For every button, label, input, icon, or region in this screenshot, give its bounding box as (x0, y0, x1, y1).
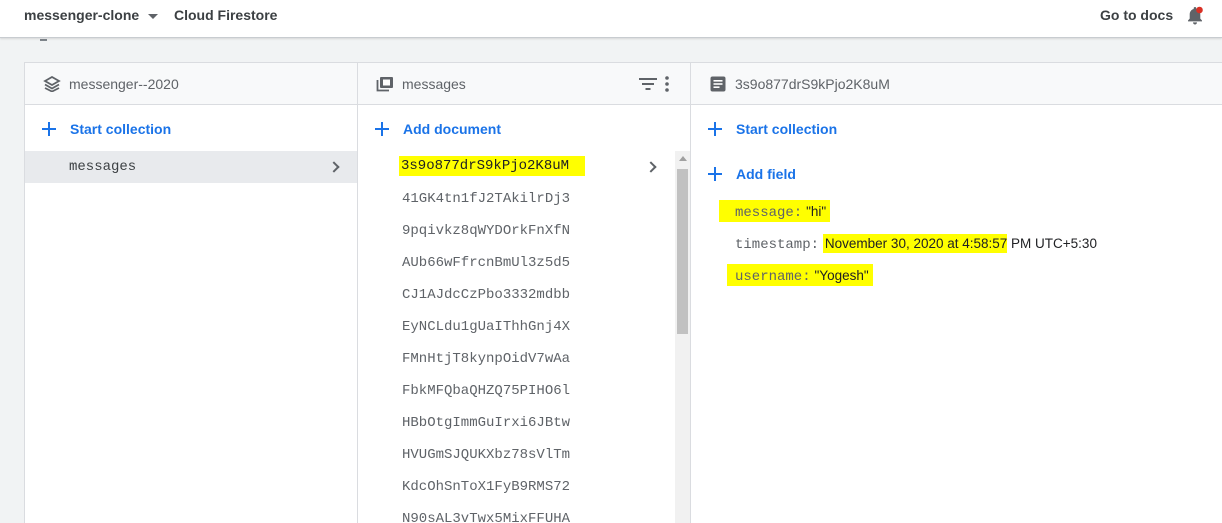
document-list: 3s9o877drS9kPjo2K8uM 41GK4tn1fJ2TAkilrDj… (358, 151, 674, 523)
document-item[interactable]: CJ1AJdcCzPbo3332mdbb (358, 279, 674, 311)
data-viewer: messenger--2020 Start collection message… (24, 62, 1222, 523)
document-id: 3s9o877drS9kPjo2K8uM (399, 156, 586, 176)
document-id: HBbOtgImmGuIrxi6JBtw (402, 415, 571, 431)
filter-icon[interactable] (639, 77, 657, 91)
document-id: 9pqivkz8qWYDOrkFnXfN (402, 223, 571, 239)
document-list-scrollbar[interactable] (675, 151, 690, 523)
collection-item-messages[interactable]: messages (25, 151, 357, 183)
database-title: messenger--2020 (69, 76, 179, 92)
document-item[interactable]: KdcOhSnToX1FyB9RMS72 (358, 471, 674, 503)
document-item[interactable]: AUb66wFfrcnBmUl3z5d5 (358, 247, 674, 279)
start-collection-button[interactable]: Start collection (41, 119, 171, 139)
scrollbar-thumb[interactable] (677, 169, 688, 334)
field-value: "Yogesh" (814, 268, 869, 283)
project-name: messenger-clone (24, 7, 140, 23)
field-message[interactable]: message: "hi" (719, 200, 831, 223)
collection-icon (376, 77, 393, 92)
firestore-database-icon (43, 76, 61, 92)
chevron-right-icon (328, 161, 340, 173)
document-item[interactable]: HBbOtgImmGuIrxi6JBtw (358, 407, 674, 439)
start-collection-label: Start collection (70, 121, 172, 137)
document-item[interactable]: EyNCLdu1gUaIThhGnj4X (358, 311, 674, 343)
chevron-right-icon (645, 161, 657, 173)
plus-icon (707, 121, 723, 137)
document-item[interactable]: N90sAL3vTwx5MixFFUHA (358, 503, 674, 523)
document-id: N90sAL3vTwx5MixFFUHA (402, 511, 571, 523)
document-item[interactable]: FbkMFQbaQHZQ75PIHO6l (358, 375, 674, 407)
field-value-rest: PM UTC+5:30 (1007, 236, 1097, 251)
document-item[interactable]: 41GK4tn1fJ2TAkilrDj3 (358, 183, 674, 215)
document-title: 3s9o877drS9kPjo2K8uM (735, 76, 890, 92)
start-collection-label: Start collection (736, 121, 838, 137)
highlight: username: "Yogesh" (727, 264, 873, 286)
field-key: username: (735, 269, 811, 285)
start-collection-button[interactable]: Start collection (707, 119, 837, 139)
project-selector[interactable]: messenger-clone (24, 7, 159, 23)
plus-icon (707, 166, 723, 182)
plus-icon (374, 121, 390, 137)
document-item-selected[interactable]: 3s9o877drS9kPjo2K8uM (358, 151, 674, 183)
document-id: 41GK4tn1fJ2TAkilrDj3 (402, 191, 571, 207)
document-panel: 3s9o877drS9kPjo2K8uM Start collection Ad… (691, 63, 1222, 523)
field-key: timestamp: (735, 237, 820, 253)
field-value-highlighted: November 30, 2020 at 4:58:57 (822, 234, 1008, 253)
collection-title: messages (402, 76, 466, 92)
notification-bell-icon[interactable] (1186, 6, 1204, 26)
more-vert-icon[interactable] (665, 75, 669, 93)
document-item[interactable]: FMnHtjT8kynpOidV7wAa (358, 343, 674, 375)
collection-panel: messages Add document 3s9o877drS9kPjo2K8… (358, 63, 691, 523)
collection-name: messages (69, 159, 137, 175)
document-id: HVUGmSJQUKXbz78sVlTm (402, 447, 571, 463)
add-document-label: Add document (403, 121, 501, 137)
document-id: KdcOhSnToX1FyB9RMS72 (402, 479, 571, 495)
document-id: EyNCLdu1gUaIThhGnj4X (402, 319, 571, 335)
root-panel: messenger--2020 Start collection message… (25, 63, 358, 523)
breadcrumb (24, 36, 1222, 62)
field-timestamp[interactable]: timestamp: November 30, 2020 at 4:58:57 … (735, 234, 1097, 255)
document-id: AUb66wFfrcnBmUl3z5d5 (402, 255, 571, 271)
add-field-label: Add field (736, 166, 796, 182)
document-id: FbkMFQbaQHZQ75PIHO6l (402, 383, 571, 399)
document-panel-header: 3s9o877drS9kPjo2K8uM (691, 63, 1222, 105)
highlight: message: "hi" (719, 200, 831, 222)
document-item[interactable]: HVUGmSJQUKXbz78sVlTm (358, 439, 674, 471)
root-panel-header: messenger--2020 (25, 63, 357, 105)
go-to-docs-link[interactable]: Go to docs (1100, 7, 1173, 23)
collection-panel-header: messages (358, 63, 690, 105)
plus-icon (41, 121, 57, 137)
field-value: "hi" (806, 204, 827, 219)
chevron-down-icon (148, 13, 159, 19)
product-title: Cloud Firestore (174, 7, 278, 23)
field-key: message: (735, 205, 803, 221)
scroll-up-arrow-icon[interactable] (679, 156, 687, 161)
document-id: CJ1AJdcCzPbo3332mdbb (402, 287, 571, 303)
add-document-button[interactable]: Add document (374, 119, 501, 139)
field-username[interactable]: username: "Yogesh" (727, 264, 873, 287)
document-item[interactable]: 9pqivkz8qWYDOrkFnXfN (358, 215, 674, 247)
top-bar: messenger-clone Cloud Firestore Go to do… (0, 0, 1222, 38)
add-field-button[interactable]: Add field (707, 164, 796, 184)
document-icon (710, 76, 726, 92)
document-id: FMnHtjT8kynpOidV7wAa (402, 351, 571, 367)
